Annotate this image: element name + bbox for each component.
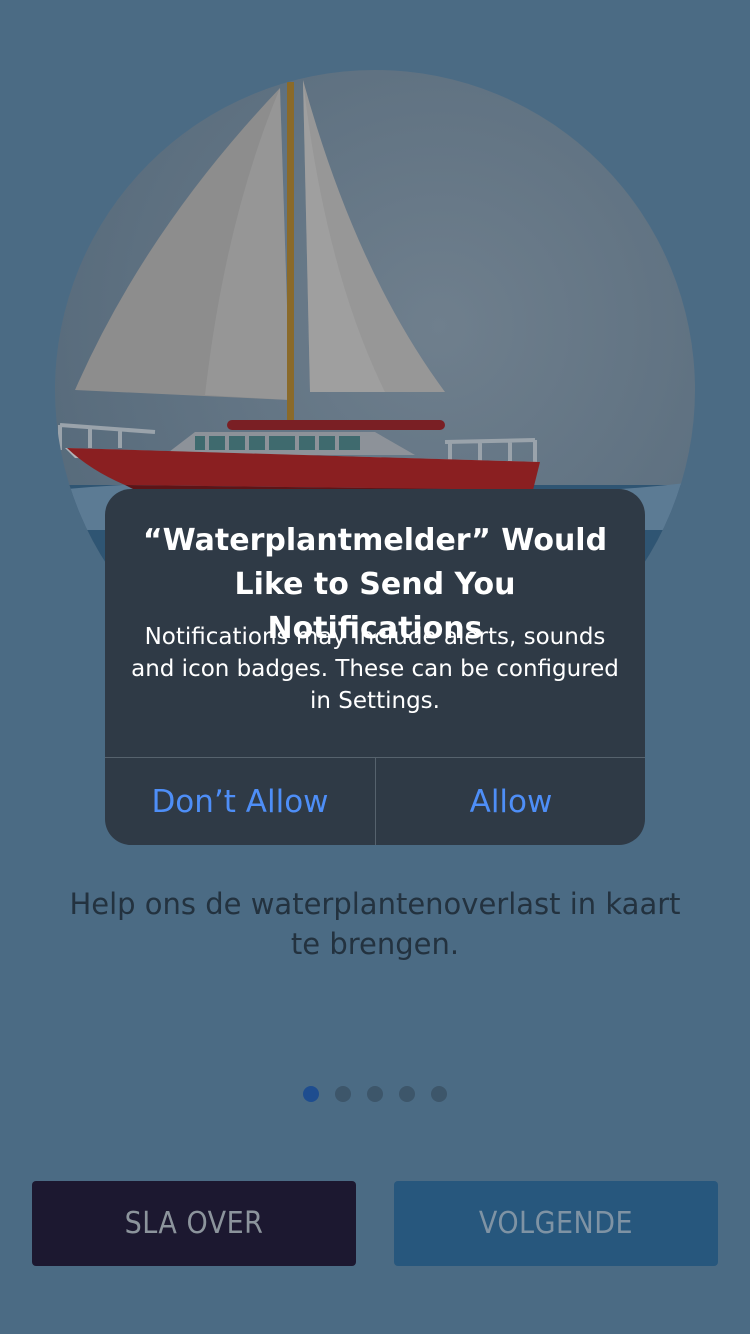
page-dot-2[interactable] <box>335 1086 351 1102</box>
page-indicator <box>0 1086 750 1102</box>
page-dot-1[interactable] <box>303 1086 319 1102</box>
page-dot-5[interactable] <box>431 1086 447 1102</box>
next-button[interactable]: VOLGENDE <box>394 1181 718 1266</box>
skip-button[interactable]: SLA OVER <box>32 1181 356 1266</box>
dont-allow-button[interactable]: Don’t Allow <box>105 758 375 845</box>
onboarding-screen: Help ons de waterplantenoverlast in kaar… <box>0 0 750 1334</box>
page-dot-4[interactable] <box>399 1086 415 1102</box>
page-dot-3[interactable] <box>367 1086 383 1102</box>
onboarding-description: Help ons de waterplantenoverlast in kaar… <box>69 887 681 961</box>
alert-message: Notifications may include alerts, sounds… <box>131 624 619 714</box>
allow-button[interactable]: Allow <box>376 758 645 845</box>
notification-permission-alert: “Waterplantmelder” Would Like to Send Yo… <box>105 489 645 845</box>
